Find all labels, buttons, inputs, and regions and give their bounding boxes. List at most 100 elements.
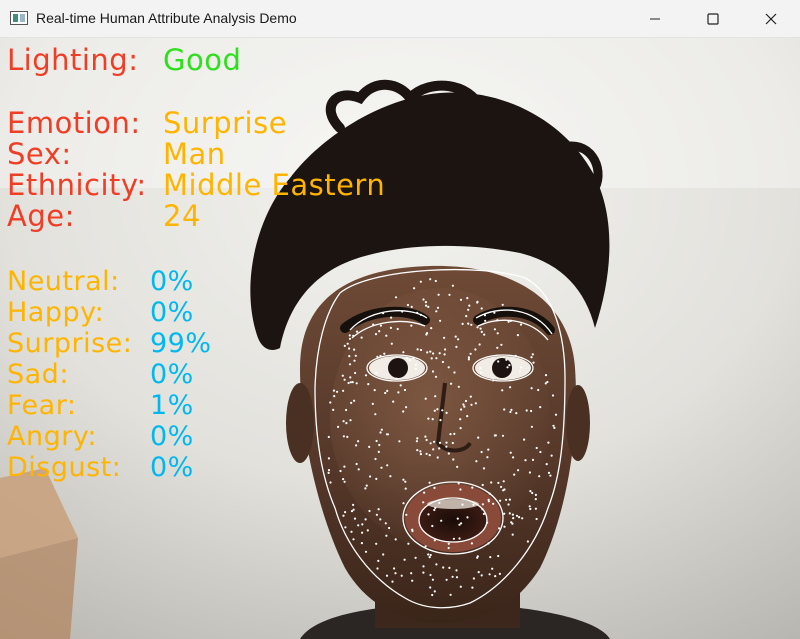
landmark-point	[523, 438, 526, 441]
landmark-point	[537, 388, 540, 392]
landmark-point	[382, 312, 385, 315]
landmark-point	[460, 522, 463, 525]
landmark-point	[547, 471, 551, 474]
landmark-point	[424, 397, 427, 400]
landmark-point	[438, 501, 441, 504]
landmark-point	[526, 540, 530, 543]
landmark-point	[474, 348, 477, 351]
landmark-point	[428, 454, 431, 457]
landmark-point	[349, 376, 352, 379]
landmark-point	[431, 578, 434, 581]
landmark-point	[451, 284, 454, 287]
landmark-point	[445, 411, 448, 414]
landmark-point	[520, 366, 523, 369]
landmark-point	[364, 550, 368, 553]
landmark-point	[434, 279, 437, 283]
landmark-point	[550, 454, 553, 457]
landmark-point	[348, 337, 352, 340]
maximize-button[interactable]	[684, 0, 742, 38]
surprise-value: 99%	[150, 328, 212, 359]
landmark-point	[419, 453, 422, 456]
landmark-point	[481, 503, 484, 506]
landmark-point	[402, 351, 405, 354]
landmark-point	[341, 374, 344, 377]
landmark-point	[378, 443, 381, 447]
emotion-label: Emotion:	[7, 106, 141, 140]
landmark-point	[447, 546, 450, 550]
landmark-point	[431, 593, 434, 597]
landmark-point	[502, 489, 505, 492]
landmark-point	[419, 348, 423, 352]
landmark-point	[513, 473, 516, 476]
happy-label: Happy:	[7, 297, 105, 328]
landmark-point	[466, 297, 469, 300]
landmark-point	[348, 347, 351, 350]
landmark-point	[361, 531, 364, 534]
landmark-point	[447, 452, 450, 455]
landmark-point	[467, 356, 470, 359]
landmark-point	[501, 389, 504, 392]
landmark-point	[346, 342, 349, 345]
landmark-point	[413, 287, 416, 290]
landmark-point	[453, 371, 456, 374]
landmark-point	[379, 518, 382, 521]
landmark-point	[505, 498, 508, 501]
landmark-point	[438, 447, 441, 450]
landmark-point	[402, 502, 405, 505]
landmark-point	[452, 458, 455, 461]
landmark-point	[350, 401, 353, 404]
landmark-point	[386, 389, 389, 392]
landmark-point	[509, 319, 512, 322]
landmark-point	[429, 553, 432, 557]
landmark-point	[509, 451, 512, 454]
landmark-point	[500, 343, 503, 346]
landmark-point	[531, 491, 534, 495]
landmark-point	[459, 585, 462, 588]
landmark-point	[468, 304, 471, 307]
landmark-point	[443, 353, 446, 356]
landmark-point	[422, 298, 425, 301]
landmark-point	[455, 569, 458, 572]
landmark-point	[383, 352, 386, 355]
age-label: Age:	[7, 199, 75, 233]
landmark-point	[348, 334, 351, 337]
landmark-point	[400, 574, 403, 577]
landmark-point	[470, 542, 473, 545]
landmark-point	[538, 475, 541, 478]
landmark-point	[433, 508, 436, 512]
landmark-point	[497, 481, 500, 484]
landmark-point	[528, 471, 532, 474]
landmark-point	[439, 319, 442, 322]
close-button[interactable]	[742, 0, 800, 38]
landmark-point	[497, 360, 500, 363]
landmark-point	[443, 336, 446, 339]
landmark-point	[352, 334, 355, 337]
landmark-point	[376, 355, 379, 358]
window-titlebar[interactable]: Real-time Human Attribute Analysis Demo	[0, 0, 800, 38]
landmark-point	[429, 350, 432, 353]
landmark-point	[327, 457, 330, 460]
landmark-point	[347, 381, 350, 385]
landmark-point	[493, 311, 496, 314]
landmark-point	[410, 324, 413, 327]
close-icon	[765, 13, 777, 25]
landmark-point	[435, 357, 438, 360]
landmark-point	[486, 521, 489, 524]
landmark-point	[332, 389, 336, 392]
landmark-point	[405, 357, 409, 360]
landmark-point	[419, 450, 422, 453]
landmark-point	[451, 575, 454, 578]
landmark-point	[482, 467, 486, 470]
landmark-point	[360, 542, 363, 545]
fear-label: Fear:	[7, 390, 77, 421]
landmark-point	[349, 381, 352, 384]
landmark-point	[396, 327, 399, 331]
landmark-point	[422, 501, 425, 504]
landmark-point	[432, 448, 435, 451]
landmark-point	[426, 351, 429, 354]
landmark-point	[455, 345, 458, 348]
landmark-point	[486, 456, 489, 459]
minimize-button[interactable]	[626, 0, 684, 38]
surprise-label: Surprise:	[7, 328, 133, 359]
landmark-point	[445, 441, 448, 444]
